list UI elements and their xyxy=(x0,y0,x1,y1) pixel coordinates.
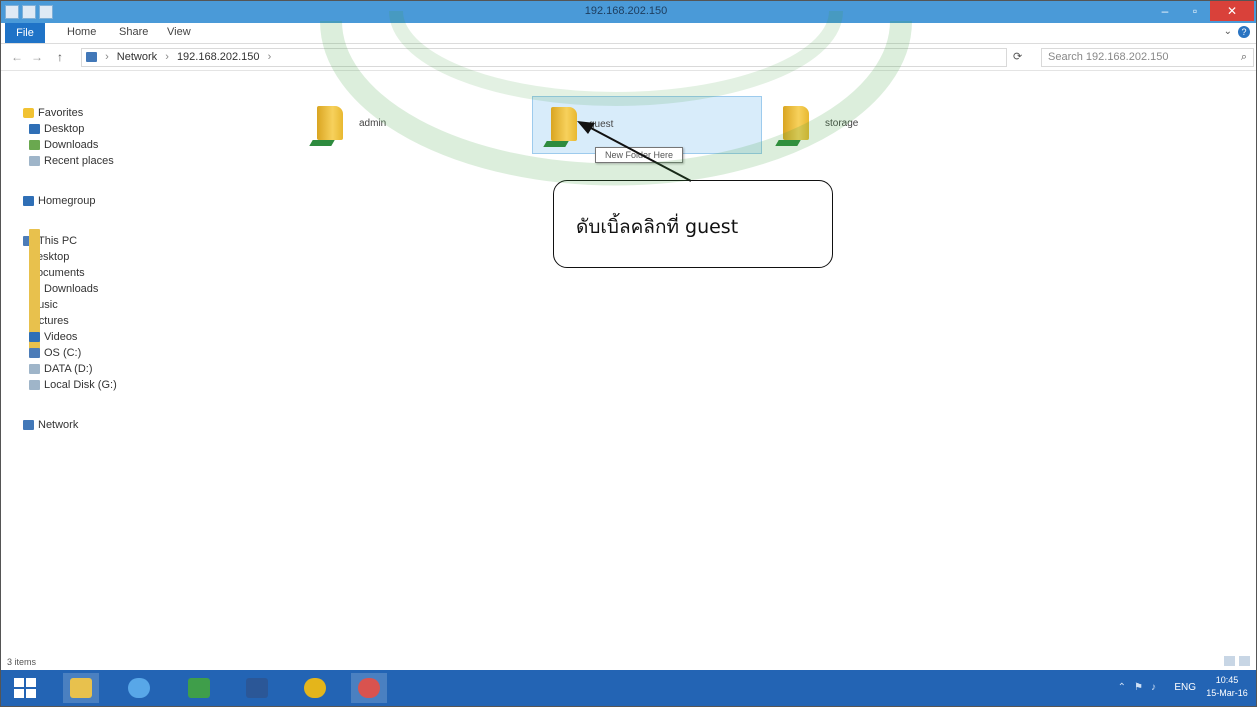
system-tray: ⌃ ⚑ ♪ xyxy=(1118,682,1156,693)
taskbar-file-explorer[interactable] xyxy=(63,673,99,703)
folder-storage[interactable]: storage xyxy=(783,96,973,152)
volume-icon[interactable]: ♪ xyxy=(1151,682,1156,693)
nav-drive-g[interactable]: Local Disk (G:) xyxy=(29,378,117,392)
window-title: 192.168.202.150 xyxy=(584,5,668,17)
store-icon xyxy=(188,678,210,698)
breadcrumb-network[interactable]: Network xyxy=(117,51,157,63)
chrome-icon xyxy=(304,678,326,698)
title-bar: 192.168.202.150 – ▫ ✕ xyxy=(1,1,1256,23)
clock[interactable]: 10:45 15-Mar-16 xyxy=(1204,674,1250,700)
forward-button[interactable]: → xyxy=(31,50,43,64)
instruction-callout: ดับเบิ้ลคลิกที่ guest xyxy=(553,180,833,268)
taskbar: ⌃ ⚑ ♪ ENG 10:45 15-Mar-16 xyxy=(1,670,1256,706)
local-disk-icon xyxy=(29,380,40,390)
nav-drive-c[interactable]: OS (C:) xyxy=(29,346,81,360)
quick-access-toolbar xyxy=(5,5,53,19)
item-count: 3 items xyxy=(7,657,37,667)
videos-icon xyxy=(29,332,40,342)
data-drive-icon xyxy=(29,364,40,374)
taskbar-word[interactable] xyxy=(239,673,275,703)
nav-favorites-downloads[interactable]: Downloads xyxy=(29,138,98,152)
large-icons-view-icon[interactable] xyxy=(1239,656,1250,666)
expand-ribbon-icon[interactable]: ⌄ xyxy=(1224,26,1232,37)
nav-network[interactable]: Network xyxy=(23,418,78,432)
file-explorer-icon xyxy=(70,678,92,698)
folder-icon xyxy=(783,106,809,140)
internet-explorer-icon xyxy=(128,678,150,698)
search-input[interactable]: Search 192.168.202.150 ⌕ xyxy=(1041,48,1254,67)
minimize-button[interactable]: – xyxy=(1150,1,1180,21)
breadcrumb-host[interactable]: 192.168.202.150 xyxy=(177,51,260,63)
network-path-icon xyxy=(86,52,97,63)
folder-name: admin xyxy=(359,118,387,129)
clock-time: 10:45 xyxy=(1215,675,1239,685)
ribbon-tabs: File Home Share View ⌄ ? xyxy=(1,23,1256,44)
maximize-button[interactable]: ▫ xyxy=(1180,1,1210,21)
chrome-icon xyxy=(358,678,380,698)
nav-pictures[interactable]: Pictures xyxy=(29,293,69,349)
search-placeholder: Search 192.168.202.150 xyxy=(1048,51,1169,63)
word-icon xyxy=(246,678,268,698)
taskbar-chrome-2[interactable] xyxy=(351,673,387,703)
back-button[interactable]: ← xyxy=(11,50,23,64)
folder-icon xyxy=(317,106,343,140)
taskbar-internet-explorer[interactable] xyxy=(121,673,157,703)
folder-name: storage xyxy=(825,118,859,129)
nav-drive-d[interactable]: DATA (D:) xyxy=(29,362,92,376)
tab-home[interactable]: Home xyxy=(67,26,96,38)
refresh-button[interactable]: ⟳ xyxy=(1013,50,1022,63)
close-button[interactable]: ✕ xyxy=(1210,1,1254,21)
callout-text: ดับเบิ้ลคลิกที่ guest xyxy=(576,216,739,238)
folder-name: guest xyxy=(589,119,614,130)
tab-share[interactable]: Share xyxy=(119,26,148,38)
downloads-icon xyxy=(29,140,40,150)
navigation-pane: Favorites Desktop Downloads Recent place… xyxy=(1,96,291,656)
folder-admin[interactable]: admin xyxy=(317,96,507,152)
star-icon xyxy=(23,108,34,118)
tab-view[interactable]: View xyxy=(167,26,191,38)
address-bar[interactable]: › Network › 192.168.202.150 › xyxy=(81,48,1007,67)
folder-tooltip: New Folder Here xyxy=(595,147,683,163)
show-hidden-icons-icon[interactable]: ⌃ xyxy=(1118,682,1126,693)
details-view-icon[interactable] xyxy=(1224,656,1235,666)
help-icon[interactable]: ? xyxy=(1238,26,1250,38)
language-indicator[interactable]: ENG xyxy=(1174,682,1196,693)
view-buttons xyxy=(1224,656,1250,666)
explorer-app-icon[interactable] xyxy=(5,5,19,19)
nav-favorites-desktop[interactable]: Desktop xyxy=(29,122,84,136)
nav-videos[interactable]: Videos xyxy=(29,330,77,344)
network-icon xyxy=(23,420,34,430)
caption-buttons: – ▫ ✕ xyxy=(1150,1,1254,21)
action-center-icon[interactable]: ⚑ xyxy=(1134,682,1143,693)
desktop-icon xyxy=(29,124,40,134)
taskbar-chrome-1[interactable] xyxy=(297,673,333,703)
address-row: ← → ↑ › Network › 192.168.202.150 › ⟳ Se… xyxy=(1,44,1256,71)
new-folder-icon[interactable] xyxy=(39,5,53,19)
clock-date: 15-Mar-16 xyxy=(1206,688,1248,698)
taskbar-store[interactable] xyxy=(181,673,217,703)
windows-logo-icon xyxy=(14,678,36,698)
explorer-window: 192.168.202.150 – ▫ ✕ File Home Share Vi… xyxy=(0,0,1257,707)
folder-guest[interactable]: guest xyxy=(532,96,762,154)
os-drive-icon xyxy=(29,348,40,358)
nav-recent-places[interactable]: Recent places xyxy=(29,154,114,168)
homegroup-icon xyxy=(23,196,34,206)
search-icon: ⌕ xyxy=(1240,51,1247,63)
properties-icon[interactable] xyxy=(22,5,36,19)
nav-homegroup[interactable]: Homegroup xyxy=(23,194,95,208)
recent-places-icon xyxy=(29,156,40,166)
up-button[interactable]: ↑ xyxy=(57,50,63,64)
start-button[interactable] xyxy=(7,673,43,703)
tab-file[interactable]: File xyxy=(5,23,45,43)
status-bar: 3 items xyxy=(1,654,1256,670)
nav-favorites[interactable]: Favorites xyxy=(23,106,83,120)
folder-icon xyxy=(551,107,577,141)
